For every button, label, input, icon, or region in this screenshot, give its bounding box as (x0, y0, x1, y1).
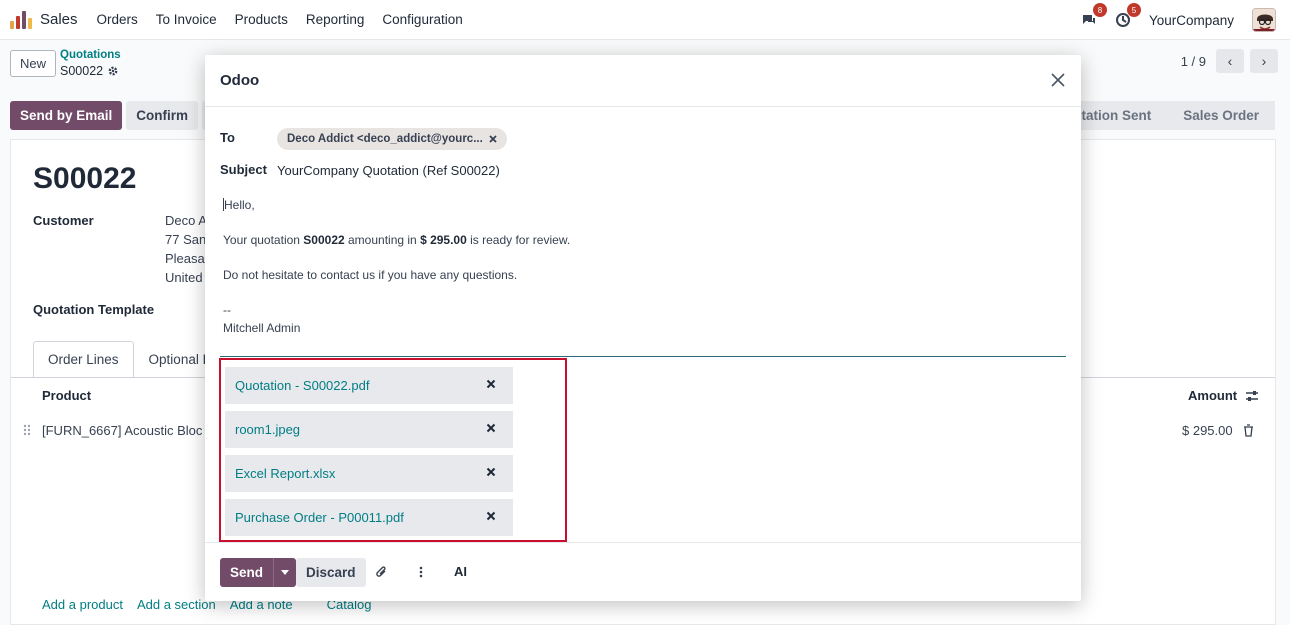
attachment-item[interactable]: Excel Report.xlsx (225, 455, 513, 492)
subject-input[interactable]: YourCompany Quotation (Ref S00022) (277, 163, 500, 178)
send-options-toggle[interactable] (273, 558, 297, 587)
remove-attachment-icon[interactable] (486, 379, 496, 389)
dialog-title: Odoo (220, 72, 260, 89)
greeting-text: Hello, (224, 198, 255, 212)
attachment-name[interactable]: room1.jpeg (235, 422, 300, 437)
body-text-part: amounting in (344, 233, 421, 247)
body-greeting: Hello, (223, 198, 255, 212)
attachment-name[interactable]: Excel Report.xlsx (235, 466, 335, 481)
subject-label: Subject (220, 162, 267, 177)
recipient-tag[interactable]: Deco Addict <deco_addict@yourc... (277, 128, 507, 150)
caret-down-icon (281, 570, 290, 575)
attachments-highlight: Quotation - S00022.pdf room1.jpeg Excel … (219, 358, 567, 542)
body-line-quotation: Your quotation S00022 amounting in $ 295… (223, 233, 570, 247)
ai-button[interactable]: AI (454, 564, 467, 579)
to-label: To (220, 130, 235, 145)
close-icon[interactable] (1049, 71, 1067, 89)
remove-attachment-icon[interactable] (486, 467, 496, 477)
send-button[interactable]: Send (220, 558, 274, 587)
editor-underline (220, 356, 1066, 357)
signature-separator: -- (223, 303, 231, 317)
send-button-group: Send (220, 558, 297, 587)
compose-email-dialog: Odoo To Deco Addict <deco_addict@yourc..… (205, 55, 1081, 601)
attachment-item[interactable]: Purchase Order - P00011.pdf (225, 499, 513, 536)
body-quotation-ref: S00022 (303, 233, 345, 247)
attachment-name[interactable]: Purchase Order - P00011.pdf (235, 510, 404, 525)
attachment-name[interactable]: Quotation - S00022.pdf (235, 378, 369, 393)
remove-attachment-icon[interactable] (486, 511, 496, 521)
remove-tag-icon[interactable] (489, 135, 497, 143)
more-options-icon[interactable] (413, 564, 429, 580)
body-amount: $ 295.00 (420, 233, 467, 247)
recipient-tag-label: Deco Addict <deco_addict@yourc... (287, 133, 483, 145)
signature-name: Mitchell Admin (223, 321, 301, 335)
paperclip-icon[interactable] (373, 564, 389, 580)
attachment-item[interactable]: Quotation - S00022.pdf (225, 367, 513, 404)
attachment-item[interactable]: room1.jpeg (225, 411, 513, 448)
dialog-header: Odoo (205, 55, 1081, 107)
remove-attachment-icon[interactable] (486, 423, 496, 433)
dialog-footer: Send Discard AI (205, 542, 1081, 601)
discard-button[interactable]: Discard (296, 558, 366, 587)
body-text-part: is ready for review. (466, 233, 571, 247)
body-text-part: Your quotation (223, 233, 304, 247)
body-line-contact: Do not hesitate to contact us if you hav… (223, 268, 518, 282)
